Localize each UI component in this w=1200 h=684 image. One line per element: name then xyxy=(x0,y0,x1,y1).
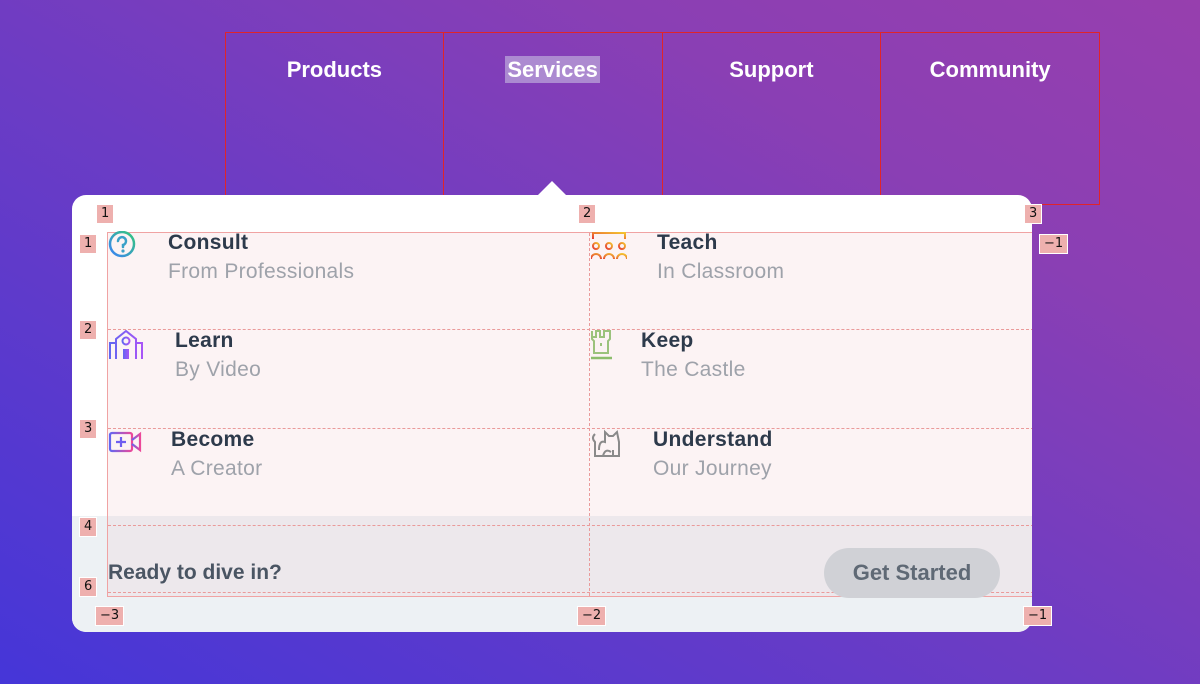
grid-row-tag: 3 xyxy=(79,419,98,439)
grid-line-row-2 xyxy=(108,329,1032,330)
grid-line-col-2 xyxy=(589,233,590,596)
grid-row-tag: 1 xyxy=(79,234,98,254)
item-title: Become xyxy=(171,428,255,451)
nav-item-support[interactable]: Support xyxy=(662,32,882,205)
classroom-icon xyxy=(591,232,627,260)
nav-item-community[interactable]: Community xyxy=(881,32,1100,205)
grid-row-tag: 4 xyxy=(79,517,98,537)
grid-col-tag: 1 xyxy=(96,204,115,224)
services-dropdown-panel: Consult From Professionals Teach In Clas… xyxy=(72,195,1032,632)
grid-line-row-4 xyxy=(108,525,1032,526)
item-title: Learn xyxy=(175,329,234,352)
get-started-button[interactable]: Get Started xyxy=(824,548,1000,598)
dropdown-pointer xyxy=(538,181,566,195)
video-plus-icon xyxy=(108,431,142,453)
item-subtitle: A Creator xyxy=(171,457,263,480)
castle-tower-icon xyxy=(591,330,612,360)
grid-col-end-tag: −2 xyxy=(577,606,607,626)
item-subtitle: In Classroom xyxy=(657,260,785,283)
item-subtitle: The Castle xyxy=(641,358,746,381)
school-icon xyxy=(109,329,143,359)
question-circle-icon xyxy=(108,231,136,258)
grid-overlay: Consult From Professionals Teach In Clas… xyxy=(107,231,1032,597)
nav-item-services[interactable]: Services xyxy=(443,32,663,205)
item-title: Keep xyxy=(641,329,694,352)
nav-label: Services xyxy=(505,56,600,83)
item-title: Consult xyxy=(168,231,249,254)
item-subtitle: From Professionals xyxy=(168,260,355,283)
grid-row-tag: 2 xyxy=(79,320,98,340)
grid-col-tag: 3 xyxy=(1024,204,1043,224)
nav-label: Products xyxy=(286,57,383,82)
item-title: Understand xyxy=(653,428,773,451)
grid-col-end-tag: −3 xyxy=(95,606,125,626)
nav-item-products[interactable]: Products xyxy=(225,32,444,205)
grid-col-tag: 2 xyxy=(578,204,597,224)
grid-col-tag: −1 xyxy=(1039,234,1069,254)
nav-label: Community xyxy=(929,57,1051,82)
item-title: Teach xyxy=(657,231,718,254)
main-nav: Products Services Support Community xyxy=(225,32,1100,205)
item-subtitle: By Video xyxy=(175,358,262,381)
footer-prompt: Ready to dive in? xyxy=(108,561,282,584)
grid-row-tag: 6 xyxy=(79,577,98,597)
cat-icon xyxy=(592,429,620,457)
nav-label: Support xyxy=(729,57,814,82)
item-subtitle: Our Journey xyxy=(653,457,772,480)
grid-col-end-tag: −1 xyxy=(1023,606,1053,626)
